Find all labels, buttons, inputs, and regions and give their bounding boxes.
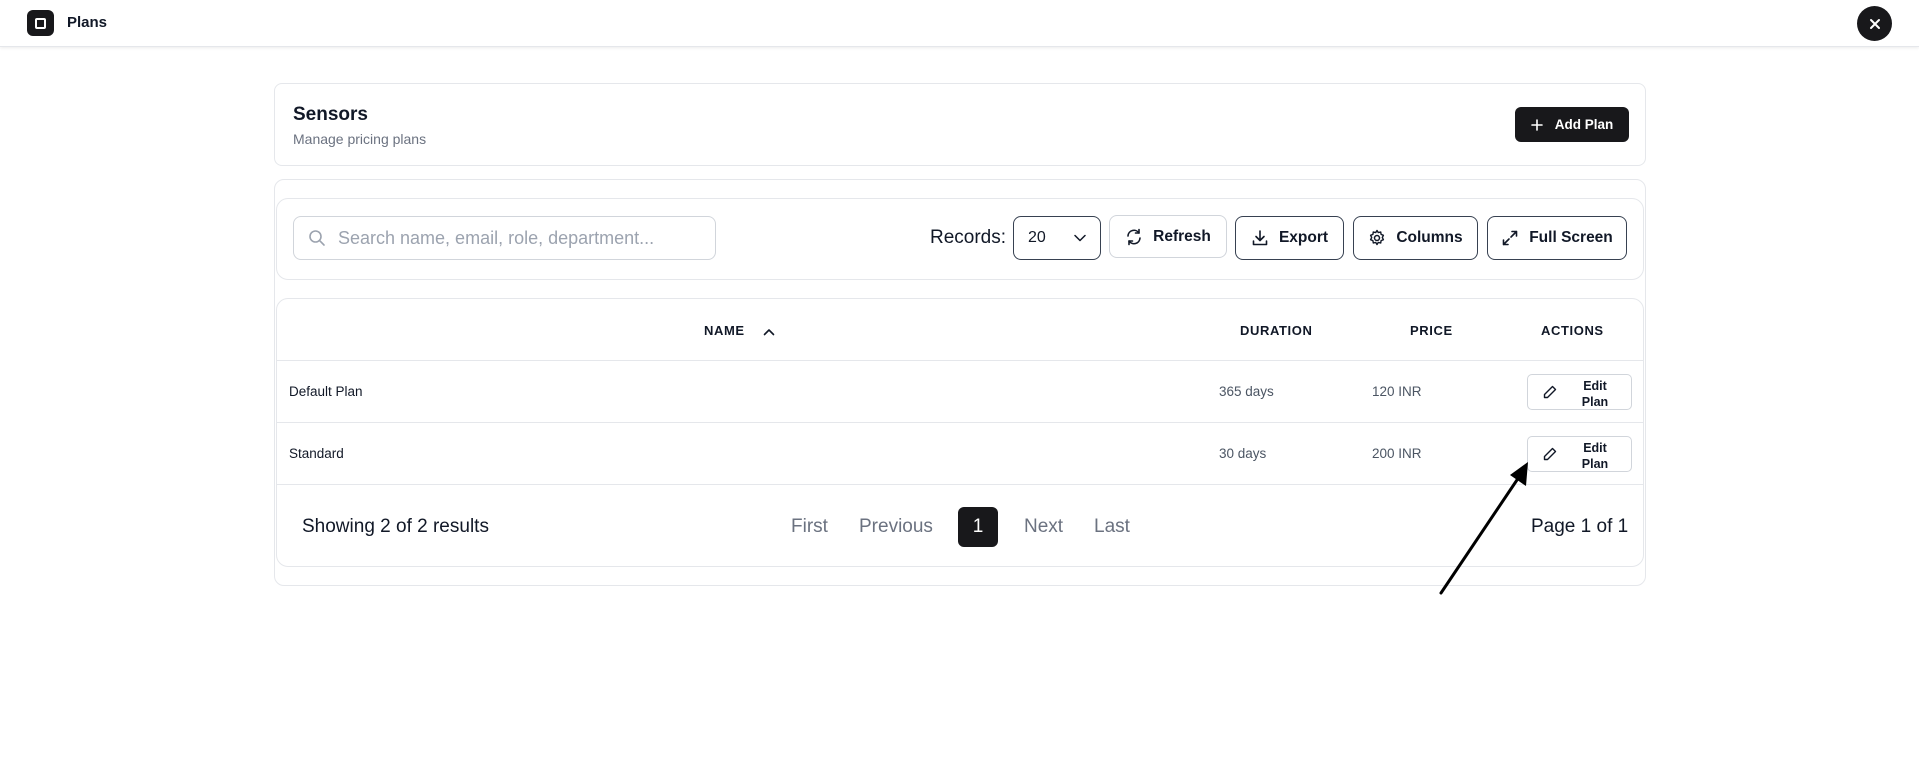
column-header-name[interactable]: NAME (704, 323, 775, 338)
refresh-label: Refresh (1153, 227, 1211, 245)
columns-label: Columns (1396, 229, 1463, 246)
plan-price: 200 INR (1372, 446, 1422, 461)
edit-plan-button[interactable]: Edit Plan (1527, 374, 1632, 410)
search-icon (308, 228, 328, 248)
gear-icon (1370, 229, 1385, 246)
last-page-link[interactable]: Last (1094, 516, 1130, 538)
page-title: Sensors (293, 104, 368, 125)
table-row: Standard 30 days 200 INR Edit Plan (277, 423, 1643, 485)
pencil-icon (1543, 447, 1557, 461)
column-header-actions: ACTIONS (1541, 323, 1604, 338)
top-bar: Plans (0, 0, 1919, 47)
plans-table: NAME DURATION PRICE ACTIONS Default Plan… (276, 298, 1644, 567)
pencil-icon (1543, 385, 1557, 399)
add-plan-label: Add Plan (1554, 117, 1614, 132)
table-row: Default Plan 365 days 120 INR Edit Plan (277, 361, 1643, 423)
chevron-down-icon (1074, 234, 1086, 242)
previous-page-link[interactable]: Previous (859, 516, 933, 538)
page-header-card: Sensors Manage pricing plans Add Plan (274, 83, 1646, 166)
edit-plan-label: Edit Plan (1581, 441, 1609, 471)
columns-button[interactable]: Columns (1353, 216, 1478, 260)
edit-plan-label: Edit Plan (1581, 379, 1609, 409)
download-icon (1252, 230, 1268, 246)
page-info: Page 1 of 1 (1531, 516, 1629, 537)
next-page-link[interactable]: Next (1024, 516, 1063, 538)
page-subtitle: Manage pricing plans (293, 131, 427, 147)
table-header: NAME DURATION PRICE ACTIONS (277, 299, 1643, 361)
records-label: Records: (930, 227, 1007, 248)
search-box (293, 216, 716, 260)
results-summary: Showing 2 of 2 results (302, 516, 489, 537)
app-title: Plans (67, 14, 108, 31)
export-button[interactable]: Export (1235, 216, 1344, 260)
full-screen-label: Full Screen (1529, 229, 1613, 246)
records-select[interactable]: 20 (1013, 216, 1101, 260)
sort-ascending-icon (763, 328, 775, 335)
plan-name: Default Plan (289, 384, 363, 399)
close-icon (1869, 18, 1880, 29)
plus-icon (1530, 118, 1543, 131)
edit-plan-button[interactable]: Edit Plan (1527, 436, 1632, 472)
expand-icon (1502, 230, 1518, 246)
first-page-link[interactable]: First (791, 516, 828, 538)
full-screen-button[interactable]: Full Screen (1487, 216, 1627, 260)
app-square-icon (27, 10, 54, 36)
column-header-duration[interactable]: DURATION (1240, 323, 1312, 338)
column-header-price[interactable]: PRICE (1410, 323, 1453, 338)
refresh-button[interactable]: Refresh (1109, 215, 1227, 258)
plan-name: Standard (289, 446, 344, 461)
records-value: 20 (1028, 229, 1046, 246)
export-label: Export (1278, 229, 1329, 246)
close-button[interactable] (1857, 6, 1892, 41)
plan-duration: 30 days (1219, 446, 1267, 461)
search-input[interactable] (338, 227, 708, 249)
add-plan-button[interactable]: Add Plan (1515, 107, 1629, 142)
plan-price: 120 INR (1372, 384, 1422, 399)
refresh-icon (1127, 228, 1141, 245)
plan-duration: 365 days (1219, 384, 1274, 399)
current-page-button[interactable]: 1 (958, 507, 998, 547)
